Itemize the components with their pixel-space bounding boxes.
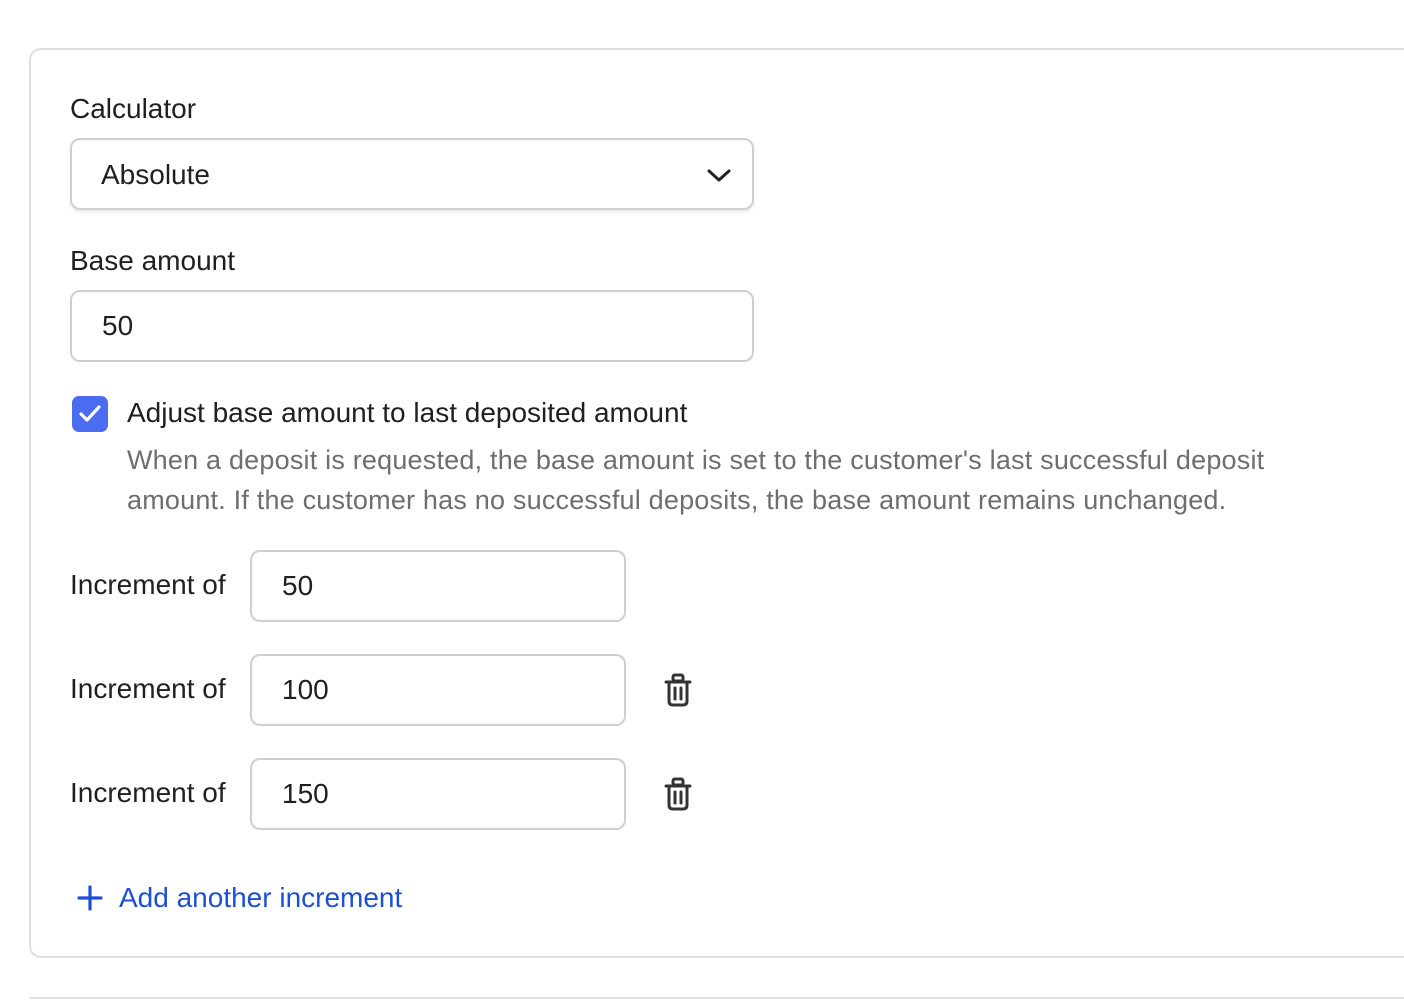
calculator-label: Calculator <box>70 93 197 124</box>
plus-icon <box>77 885 103 911</box>
adjust-base-amount-help: When a deposit is requested, the base am… <box>127 445 1265 515</box>
increment-input-3[interactable] <box>250 758 626 830</box>
base-amount-label: Base amount <box>70 245 235 276</box>
chevron-down-icon <box>707 169 731 182</box>
base-amount-input[interactable] <box>70 290 754 362</box>
calculator-select[interactable]: Absolute <box>70 138 754 210</box>
increment-label-2: Increment of <box>70 673 226 704</box>
checkmark-icon <box>79 405 101 422</box>
section-divider <box>30 997 1404 999</box>
add-increment-button[interactable]: Add another increment <box>76 880 402 916</box>
increment-input-2[interactable] <box>250 654 626 726</box>
trash-icon[interactable] <box>664 777 692 811</box>
adjust-base-amount-checkbox[interactable] <box>72 396 108 432</box>
increment-label-3: Increment of <box>70 777 226 808</box>
adjust-base-amount-label: Adjust base amount to last deposited amo… <box>127 397 688 428</box>
increment-label-1: Increment of <box>70 569 226 600</box>
add-increment-label: Add another increment <box>119 882 403 913</box>
trash-icon[interactable] <box>664 673 692 707</box>
calculator-select-value: Absolute <box>101 159 210 190</box>
increment-input-1[interactable] <box>250 550 626 622</box>
